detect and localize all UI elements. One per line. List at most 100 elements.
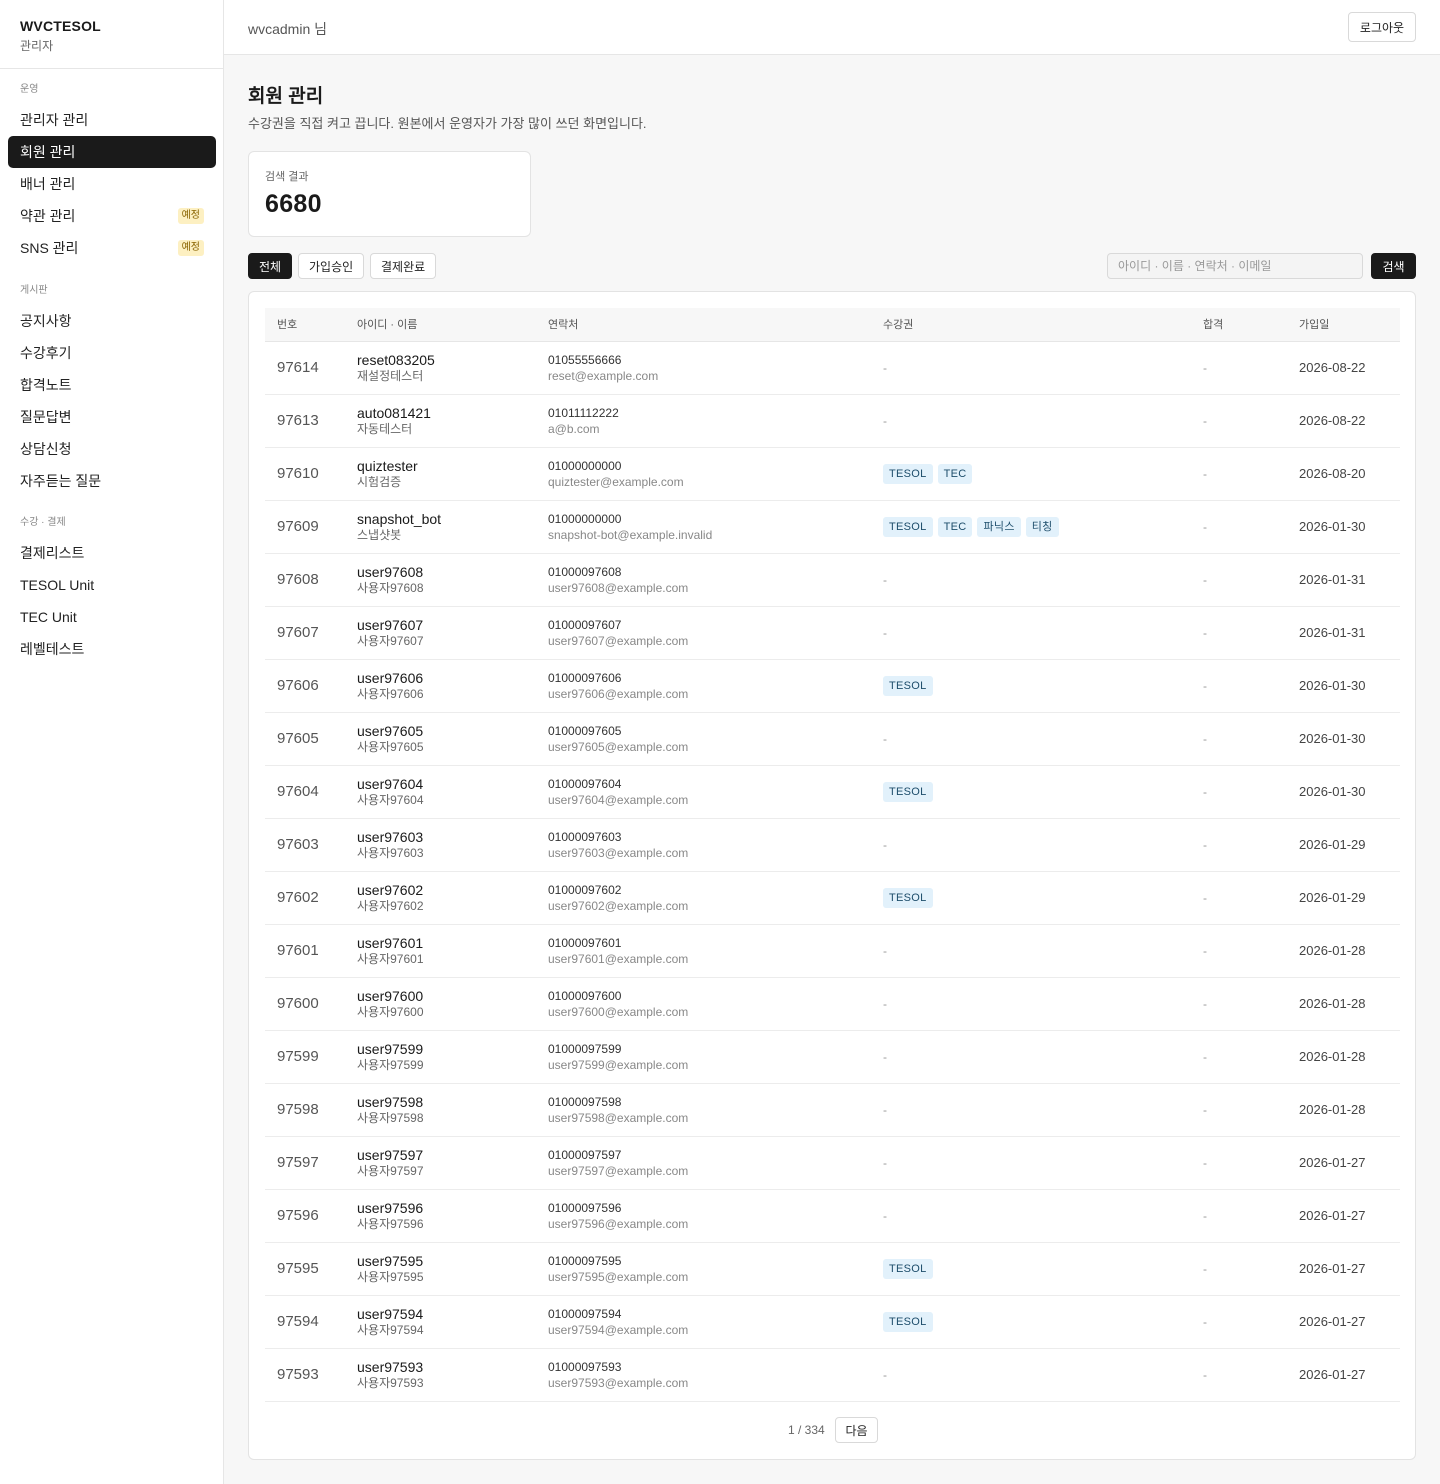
member-phone: 01000097606 — [548, 670, 622, 685]
member-phone: 01000097601 — [548, 935, 622, 950]
member-pass-status: - — [1203, 625, 1207, 640]
pass-tag[interactable]: TESOL — [883, 781, 933, 802]
member-id[interactable]: user97599 — [357, 1041, 524, 1058]
pass-tag[interactable]: 티칭 — [1025, 516, 1059, 537]
sidebar-item[interactable]: 수강후기 — [8, 337, 216, 369]
logout-button[interactable]: 로그아웃 — [1348, 12, 1416, 42]
member-name: 사용자97601 — [357, 951, 424, 966]
empty-mark: - — [883, 572, 887, 587]
filter-approved-button[interactable]: 가입승인 — [298, 253, 365, 279]
member-id-cell: snapshot_bot 스냅샷봇 — [345, 500, 536, 553]
next-page-button[interactable]: 다음 — [835, 1417, 878, 1443]
member-id[interactable]: user97608 — [357, 564, 524, 581]
sidebar-item[interactable]: TESOL Unit — [8, 569, 216, 601]
pass-tag[interactable]: TESOL — [883, 675, 933, 696]
member-pass-status: - — [1203, 890, 1207, 905]
search-button[interactable]: 검색 — [1371, 253, 1416, 279]
member-email: user97601@example.com — [548, 951, 689, 966]
table-row: 97601 user97601 사용자97601 01000097601 user976… — [265, 924, 1400, 977]
nav-group-title: 수강 · 결제 — [20, 517, 66, 528]
member-id[interactable]: user97600 — [357, 988, 524, 1005]
member-id-cell: user97605 사용자97605 — [345, 712, 536, 765]
search-input[interactable] — [1107, 253, 1363, 279]
sidebar-item[interactable]: SNS 관리 예정 — [8, 232, 216, 264]
member-join-date: 2026-01-31 — [1299, 572, 1366, 587]
member-pass-cell: - — [1191, 447, 1287, 500]
search-result-card: 검색 결과 6680 — [248, 151, 531, 237]
member-pass-cell: - — [1191, 977, 1287, 1030]
member-id[interactable]: user97598 — [357, 1094, 524, 1111]
member-id[interactable]: user97593 — [357, 1359, 524, 1376]
pass-tag[interactable]: TEC — [937, 463, 973, 484]
member-id[interactable]: snapshot_bot — [357, 511, 524, 528]
table-row: 97608 user97608 사용자97608 01000097608 user976… — [265, 553, 1400, 606]
pass-tag[interactable]: TESOL — [883, 516, 933, 537]
empty-mark: - — [883, 1102, 887, 1117]
member-name: 사용자97606 — [357, 686, 424, 701]
member-name: 사용자97599 — [357, 1057, 424, 1072]
pass-tag[interactable]: TEC — [937, 516, 973, 537]
member-id[interactable]: user97597 — [357, 1147, 524, 1164]
table-row: 97599 user97599 사용자97599 01000097599 user975… — [265, 1030, 1400, 1083]
member-id[interactable]: user97606 — [357, 670, 524, 687]
member-phone: 01000097597 — [548, 1147, 622, 1162]
filter-all-button[interactable]: 전체 — [248, 253, 293, 279]
member-id[interactable]: user97596 — [357, 1200, 524, 1217]
sidebar-item[interactable]: TEC Unit — [8, 601, 216, 633]
member-id-cell: user97608 사용자97608 — [345, 553, 536, 606]
member-name: 사용자97596 — [357, 1216, 424, 1231]
sidebar-item[interactable]: 결제리스트 — [8, 537, 216, 569]
member-number: 97614 — [277, 359, 319, 376]
sidebar-item[interactable]: 질문답변 — [8, 401, 216, 433]
pass-tag[interactable]: TESOL — [883, 887, 933, 908]
member-join-date: 2026-08-20 — [1299, 466, 1366, 481]
brand-subtitle: 관리자 — [20, 39, 54, 53]
member-name: 사용자97604 — [357, 792, 424, 807]
member-join-date: 2026-01-27 — [1299, 1314, 1366, 1329]
member-contact-cell: 01011112222 a@b.com — [536, 394, 871, 447]
sidebar-item[interactable]: 회원 관리 — [8, 136, 216, 168]
member-number: 97598 — [277, 1101, 319, 1118]
member-email: user97593@example.com — [548, 1375, 689, 1390]
member-id[interactable]: quiztester — [357, 458, 524, 475]
filter-paid-button[interactable]: 결제완료 — [370, 253, 437, 279]
member-id[interactable]: reset083205 — [357, 352, 524, 369]
member-id[interactable]: user97603 — [357, 829, 524, 846]
member-id[interactable]: user97607 — [357, 617, 524, 634]
empty-mark: - — [883, 1049, 887, 1064]
member-id[interactable]: auto081421 — [357, 405, 524, 422]
member-contact-cell: 01000000000 quiztester@example.com — [536, 447, 871, 500]
pass-tag[interactable]: TESOL — [883, 463, 933, 484]
member-pass-status: - — [1203, 1102, 1207, 1117]
member-pass-cell: - — [1191, 924, 1287, 977]
pass-tag[interactable]: TESOL — [883, 1258, 933, 1279]
member-join-date: 2026-01-27 — [1299, 1155, 1366, 1170]
member-id[interactable]: user97602 — [357, 882, 524, 899]
sidebar-item-label: 자주듣는 질문 — [20, 473, 102, 489]
sidebar-item[interactable]: 배너 관리 — [8, 168, 216, 200]
pass-tag[interactable]: 파닉스 — [977, 516, 1021, 537]
member-id[interactable]: user97604 — [357, 776, 524, 793]
sidebar-item[interactable]: 합격노트 — [8, 369, 216, 401]
member-id[interactable]: user97594 — [357, 1306, 524, 1323]
member-join-date: 2026-01-30 — [1299, 678, 1366, 693]
member-name: 사용자97595 — [357, 1269, 424, 1284]
empty-mark: - — [883, 360, 887, 375]
table-row: 97593 user97593 사용자97593 01000097593 user975… — [265, 1348, 1400, 1401]
member-id[interactable]: user97601 — [357, 935, 524, 952]
member-id[interactable]: user97595 — [357, 1253, 524, 1270]
sidebar-item[interactable]: 레벨테스트 — [8, 633, 216, 665]
table-row: 97605 user97605 사용자97605 01000097605 user976… — [265, 712, 1400, 765]
sidebar-item-label: TESOL Unit — [20, 577, 95, 593]
sidebar-item[interactable]: 상담신청 — [8, 433, 216, 465]
sidebar-item[interactable]: 공지사항 — [8, 305, 216, 337]
table-row: 97598 user97598 사용자97598 01000097598 user975… — [265, 1083, 1400, 1136]
member-id[interactable]: user97605 — [357, 723, 524, 740]
search-result-label: 검색 결과 — [265, 171, 309, 183]
sidebar-item[interactable]: 자주듣는 질문 — [8, 465, 216, 497]
sidebar-item[interactable]: 약관 관리 예정 — [8, 200, 216, 232]
sidebar-item[interactable]: 관리자 관리 — [8, 104, 216, 136]
member-pass-status: - — [1203, 1367, 1207, 1382]
member-name: 사용자97594 — [357, 1322, 424, 1337]
pass-tag[interactable]: TESOL — [883, 1311, 933, 1332]
